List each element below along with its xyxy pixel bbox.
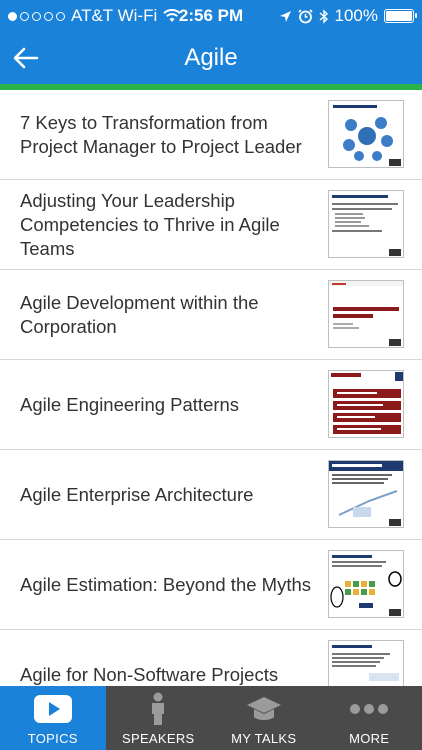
topic-title: Agile Enterprise Architecture — [20, 483, 254, 505]
bluetooth-icon — [319, 8, 328, 24]
list-item[interactable]: Agile Enterprise Architecture — [0, 450, 422, 540]
topic-list[interactable]: 7 Keys to Transformation from Project Ma… — [0, 90, 422, 686]
back-button[interactable] — [8, 40, 44, 76]
slide-thumbnail — [328, 280, 404, 348]
list-item[interactable]: Adjusting Your Leadership Competencies t… — [0, 180, 422, 270]
slide-thumbnail — [328, 370, 404, 438]
wifi-icon — [163, 9, 181, 22]
alarm-clock-icon — [297, 8, 313, 23]
signal-strength-icon — [8, 11, 65, 21]
carrier-label: AT&T Wi-Fi — [71, 6, 158, 25]
status-left: AT&T Wi-Fi — [8, 6, 279, 26]
tab-my-talks[interactable]: MY TALKS — [211, 686, 317, 750]
status-bar: AT&T Wi-Fi 2:56 PM 100% — [0, 0, 422, 32]
slide-thumbnail — [328, 100, 404, 168]
topic-title: Agile Estimation: Beyond the Myths — [20, 573, 312, 595]
list-item[interactable]: Agile Engineering Patterns — [0, 360, 422, 450]
list-item[interactable]: Agile Estimation: Beyond the Myths — [0, 540, 422, 630]
list-item[interactable]: 7 Keys to Transformation from Project Ma… — [0, 90, 422, 180]
tab-label: MORE — [349, 731, 390, 746]
battery-icon — [384, 9, 417, 23]
graduation-cap-icon — [246, 697, 281, 720]
navigation-bar: Agile — [0, 32, 422, 84]
battery-percent: 100% — [334, 6, 378, 25]
person-icon — [152, 692, 165, 725]
arrow-left-icon — [13, 47, 39, 69]
tab-speakers[interactable]: SPEAKERS — [106, 686, 212, 750]
tab-label: TOPICS — [27, 731, 78, 746]
tab-bar: TOPICS SPEAKERS MY TALKS MORE — [0, 686, 422, 750]
list-item[interactable]: Agile for Non-Software Projects — [0, 630, 422, 686]
topic-title: Agile for Non-Software Projects — [20, 663, 279, 685]
page-title: Agile — [184, 44, 238, 71]
topic-title: Agile Engineering Patterns — [20, 393, 240, 415]
play-icon — [33, 695, 72, 723]
list-item[interactable]: Agile Development within the Corporation — [0, 270, 422, 360]
status-right: 100% — [279, 6, 417, 26]
tab-label: MY TALKS — [231, 731, 297, 746]
tab-more[interactable]: MORE — [317, 686, 422, 750]
topic-title: 7 Keys to Transformation from Project Ma… — [20, 111, 302, 157]
slide-thumbnail — [328, 460, 404, 528]
tab-topics[interactable]: TOPICS — [0, 686, 106, 750]
slide-thumbnail — [328, 190, 404, 258]
tab-label: SPEAKERS — [122, 731, 195, 746]
slide-thumbnail — [328, 550, 404, 618]
location-arrow-icon — [279, 10, 291, 22]
topic-title: Adjusting Your Leadership Competencies t… — [20, 189, 280, 259]
slide-thumbnail — [328, 640, 404, 686]
more-dots-icon — [350, 704, 389, 714]
topic-title: Agile Development within the Corporation — [20, 291, 259, 337]
